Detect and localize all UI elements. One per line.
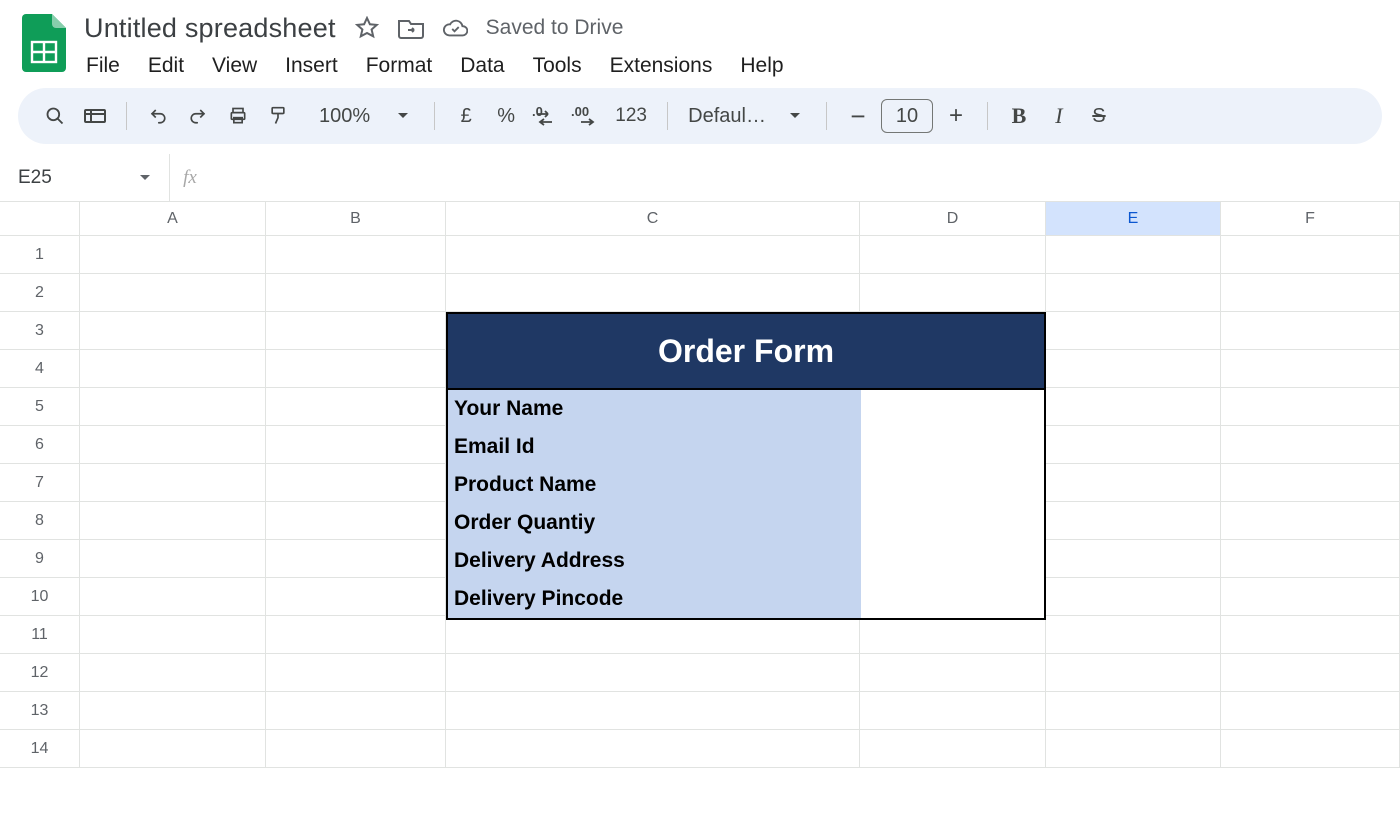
strikethrough-button[interactable]: S [1082, 99, 1116, 133]
order-form-title: Order Form [448, 314, 1044, 390]
field-input-your-name[interactable] [861, 390, 1044, 428]
zoom-dropdown-icon[interactable] [386, 99, 420, 133]
increase-font-size-button[interactable]: + [939, 99, 973, 133]
app-logo[interactable] [18, 8, 70, 78]
document-header: Untitled spreadsheet Saved to Drive File… [0, 0, 1400, 88]
menu-data[interactable]: Data [460, 54, 504, 78]
order-form-labels: Your Name Email Id Product Name Order Qu… [448, 390, 861, 618]
zoom-level[interactable]: 100% [315, 105, 374, 128]
field-input-delivery-pincode[interactable] [861, 580, 1044, 618]
column-header-B[interactable]: B [266, 202, 446, 236]
column-header-E[interactable]: E [1046, 202, 1221, 236]
menu-extensions[interactable]: Extensions [610, 54, 713, 78]
bold-button[interactable]: B [1002, 99, 1036, 133]
star-icon[interactable] [354, 15, 380, 41]
field-input-order-quantity[interactable] [861, 504, 1044, 542]
filter-views-icon[interactable] [78, 99, 112, 133]
field-input-email-id[interactable] [861, 428, 1044, 466]
menu-format[interactable]: Format [366, 54, 433, 78]
cell-area[interactable]: Order Form Your Name Email Id Product Na… [80, 236, 1400, 768]
undo-icon[interactable] [141, 99, 175, 133]
row-headers: 1 2 3 4 5 6 7 8 9 10 11 12 13 14 [0, 236, 80, 768]
print-icon[interactable] [221, 99, 255, 133]
row-header-10[interactable]: 10 [0, 578, 80, 616]
move-to-drive-icon[interactable] [398, 15, 424, 41]
column-header-C[interactable]: C [446, 202, 860, 236]
field-label-delivery-pincode: Delivery Pincode [448, 580, 861, 618]
column-header-D[interactable]: D [860, 202, 1046, 236]
column-headers: A B C D E F [0, 202, 1400, 236]
name-box-dropdown-icon[interactable] [139, 174, 151, 182]
row-header-1[interactable]: 1 [0, 236, 80, 274]
fx-label: fx [170, 167, 210, 189]
menu-view[interactable]: View [212, 54, 257, 78]
decrease-font-size-button[interactable]: − [841, 99, 875, 133]
select-all-corner[interactable] [0, 202, 80, 236]
row-header-14[interactable]: 14 [0, 730, 80, 768]
font-size-input[interactable]: 10 [881, 99, 933, 133]
svg-text:.00: .00 [571, 106, 589, 119]
field-input-delivery-address[interactable] [861, 542, 1044, 580]
menu-file[interactable]: File [86, 54, 120, 78]
format-currency-button[interactable]: £ [449, 99, 483, 133]
row-header-4[interactable]: 4 [0, 350, 80, 388]
svg-text:.0: .0 [532, 106, 543, 119]
redo-icon[interactable] [181, 99, 215, 133]
format-percent-button[interactable]: % [489, 99, 523, 133]
row-header-2[interactable]: 2 [0, 274, 80, 312]
menu-tools[interactable]: Tools [533, 54, 582, 78]
column-header-F[interactable]: F [1221, 202, 1400, 236]
row-header-8[interactable]: 8 [0, 502, 80, 540]
row-header-11[interactable]: 11 [0, 616, 80, 654]
field-label-delivery-address: Delivery Address [448, 542, 861, 580]
row-header-12[interactable]: 12 [0, 654, 80, 692]
row-header-3[interactable]: 3 [0, 312, 80, 350]
field-input-product-name[interactable] [861, 466, 1044, 504]
field-label-product-name: Product Name [448, 466, 861, 504]
row-header-6[interactable]: 6 [0, 426, 80, 464]
font-dropdown-icon[interactable] [778, 99, 812, 133]
field-label-your-name: Your Name [448, 390, 861, 428]
search-icon[interactable] [38, 99, 72, 133]
order-form: Order Form Your Name Email Id Product Na… [446, 312, 1046, 620]
spreadsheet-grid: A B C D E F 1 2 3 4 5 6 7 8 9 10 11 12 1… [0, 202, 1400, 768]
font-family-select[interactable]: Defaul… [682, 105, 772, 128]
more-formats-button[interactable]: 123 [609, 99, 653, 133]
row-header-13[interactable]: 13 [0, 692, 80, 730]
field-label-email-id: Email Id [448, 428, 861, 466]
name-box[interactable]: E25 [0, 154, 170, 201]
toolbar: 100% £ % .0 .00 123 Defaul… − 10 + B I S [18, 88, 1382, 144]
cloud-saved-icon[interactable] [442, 15, 468, 41]
row-header-9[interactable]: 9 [0, 540, 80, 578]
menubar: File Edit View Insert Format Data Tools … [84, 48, 1382, 88]
order-form-inputs [861, 390, 1044, 618]
field-label-order-quantity: Order Quantiy [448, 504, 861, 542]
row-header-5[interactable]: 5 [0, 388, 80, 426]
row-header-7[interactable]: 7 [0, 464, 80, 502]
column-header-A[interactable]: A [80, 202, 266, 236]
document-title[interactable]: Untitled spreadsheet [84, 13, 336, 44]
menu-help[interactable]: Help [740, 54, 783, 78]
formula-bar-row: E25 fx [0, 154, 1400, 202]
menu-insert[interactable]: Insert [285, 54, 338, 78]
paint-format-icon[interactable] [261, 99, 295, 133]
decrease-decimal-icon[interactable]: .0 [529, 99, 563, 133]
menu-edit[interactable]: Edit [148, 54, 184, 78]
cell-reference: E25 [18, 167, 52, 189]
save-status: Saved to Drive [486, 16, 624, 40]
italic-button[interactable]: I [1042, 99, 1076, 133]
increase-decimal-icon[interactable]: .00 [569, 99, 603, 133]
